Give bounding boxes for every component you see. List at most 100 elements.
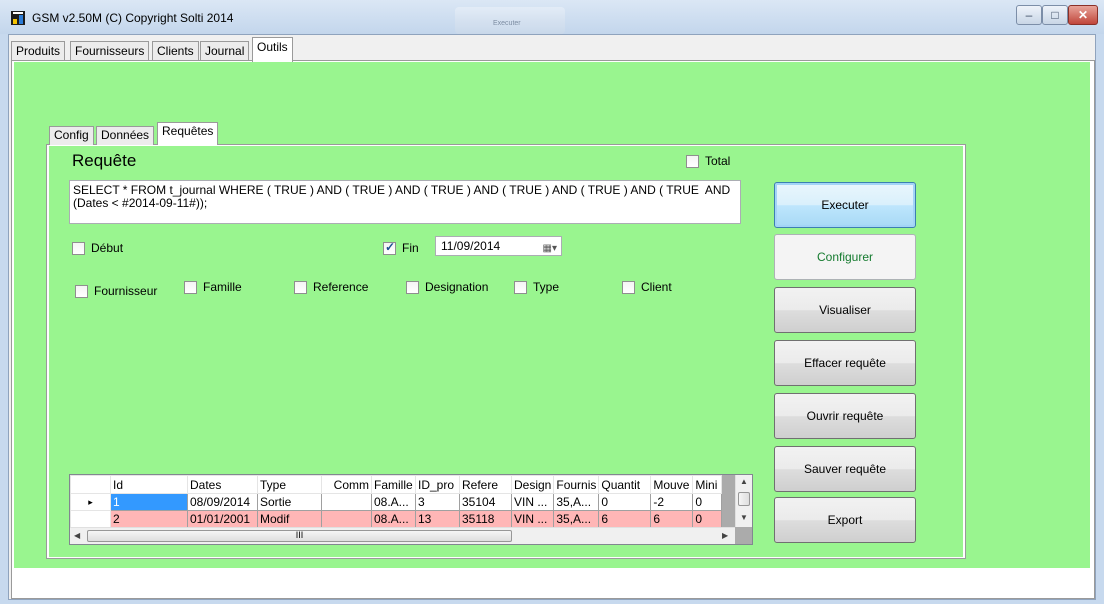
total-checkbox[interactable]: Total — [686, 154, 730, 168]
grid-vertical-scrollbar[interactable]: ▲ ▼ — [735, 475, 752, 527]
table-cell[interactable]: 0 — [692, 510, 723, 528]
table-row[interactable]: 2 01/01/2001 Modif 08.A... 13 35118 VIN … — [70, 510, 723, 528]
tab-journal[interactable]: Journal — [200, 41, 250, 61]
scroll-left-icon[interactable]: ◀ — [74, 531, 80, 540]
fournisseur-checkbox[interactable]: Fournisseur — [75, 284, 157, 298]
table-cell[interactable]: 0 — [692, 493, 723, 511]
table-cell[interactable]: 35,A... — [553, 510, 600, 528]
maximize-button[interactable]: □ — [1042, 5, 1068, 25]
column-header[interactable]: Mouve — [650, 475, 694, 494]
type-box[interactable] — [514, 280, 527, 294]
reference-box[interactable] — [294, 280, 307, 294]
fin-checkbox[interactable]: Fin — [383, 240, 419, 255]
column-header[interactable]: Design — [510, 475, 555, 494]
table-cell[interactable]: 35118 — [459, 510, 512, 528]
client-checkbox[interactable]: Client — [622, 280, 672, 294]
table-cell[interactable]: Modif — [257, 510, 322, 528]
calendar-dropdown-icon[interactable]: ▦▾ — [543, 240, 557, 258]
table-row[interactable]: ▸ 1 08/09/2014 Sortie 08.A... 3 35104 VI… — [70, 493, 723, 511]
taskbar-ghost: Executer — [455, 7, 565, 34]
debut-label: Début — [91, 241, 124, 255]
table-cell[interactable]: VIN ... — [510, 510, 555, 528]
requetes-background: Requête Total SELECT * FROM t_journal WH… — [49, 146, 963, 557]
column-header[interactable]: Mini — [692, 475, 723, 494]
grid-header-row: Id Dates Type Comm Famille ID_pro Refere… — [70, 475, 723, 494]
row-header[interactable] — [70, 510, 111, 528]
column-header[interactable]: Quantit — [598, 475, 652, 494]
table-cell[interactable]: 08/09/2014 — [187, 493, 258, 511]
reference-checkbox[interactable]: Reference — [294, 280, 368, 294]
fournisseur-box[interactable] — [75, 284, 88, 298]
column-header[interactable]: Id — [110, 475, 188, 494]
close-button[interactable]: ✕ — [1068, 5, 1098, 25]
scroll-up-icon[interactable]: ▲ — [740, 477, 748, 486]
table-cell[interactable] — [321, 493, 372, 511]
tab-donnees[interactable]: Données — [96, 126, 155, 145]
column-header[interactable]: ID_pro — [415, 475, 460, 494]
table-cell[interactable]: 01/01/2001 — [187, 510, 258, 528]
fin-box[interactable] — [383, 240, 396, 255]
table-cell[interactable]: 35104 — [459, 493, 512, 511]
table-cell[interactable]: 13 — [415, 510, 460, 528]
famille-checkbox[interactable]: Famille — [184, 280, 242, 294]
tab-clients[interactable]: Clients — [152, 41, 199, 61]
table-cell[interactable]: 1 — [110, 493, 188, 511]
reference-label: Reference — [313, 280, 369, 294]
tab-outils[interactable]: Outils — [252, 37, 293, 62]
configurer-button[interactable]: Configurer — [774, 234, 916, 280]
table-cell[interactable]: 0 — [598, 493, 652, 511]
column-header[interactable]: Dates — [187, 475, 258, 494]
debut-checkbox[interactable]: Début — [72, 241, 123, 255]
designation-box[interactable] — [406, 280, 419, 294]
table-cell[interactable]: 08.A... — [371, 510, 416, 528]
table-cell[interactable]: 08.A... — [371, 493, 416, 511]
total-box[interactable] — [686, 154, 699, 168]
table-cell[interactable]: 6 — [650, 510, 694, 528]
grid-horizontal-scrollbar[interactable]: ◀ III ▶ — [70, 527, 735, 544]
title-bar[interactable]: GSM v2.50M (C) Copyright Solti 2014 Exec… — [0, 0, 1104, 34]
executer-button[interactable]: Executer — [774, 182, 916, 228]
vertical-scroll-thumb[interactable] — [738, 492, 750, 506]
tab-config[interactable]: Config — [49, 126, 94, 145]
date-value: 11/09/2014 — [441, 239, 501, 253]
table-cell[interactable]: VIN ... — [510, 493, 555, 511]
table-cell[interactable]: 3 — [415, 493, 460, 511]
designation-label: Designation — [425, 280, 489, 294]
scroll-down-icon[interactable]: ▼ — [740, 513, 748, 522]
results-grid[interactable]: Id Dates Type Comm Famille ID_pro Refere… — [69, 474, 753, 545]
type-checkbox[interactable]: Type — [514, 280, 559, 294]
tab-requetes[interactable]: Requêtes — [157, 122, 219, 145]
column-header[interactable]: Comm — [321, 475, 372, 494]
column-header[interactable]: Famille — [371, 475, 416, 494]
scroll-right-icon[interactable]: ▶ — [722, 531, 728, 540]
table-cell[interactable]: 35,A... — [553, 493, 600, 511]
column-header[interactable]: Type — [257, 475, 322, 494]
client-label: Client — [641, 280, 672, 294]
client-area: Produits Fournisseurs Clients Journal Ou… — [8, 34, 1096, 600]
tab-fournisseurs[interactable]: Fournisseurs — [70, 41, 150, 61]
current-row-marker[interactable]: ▸ — [70, 493, 111, 511]
debut-box[interactable] — [72, 241, 85, 255]
horizontal-scroll-thumb[interactable]: III — [87, 530, 512, 542]
table-cell[interactable]: -2 — [650, 493, 694, 511]
client-box[interactable] — [622, 280, 635, 294]
column-header[interactable]: Fournis — [553, 475, 600, 494]
minimize-button[interactable]: – — [1016, 5, 1042, 25]
sql-textbox[interactable]: SELECT * FROM t_journal WHERE ( TRUE ) A… — [69, 180, 741, 224]
ouvrir-requete-button[interactable]: Ouvrir requête — [774, 393, 916, 439]
table-cell[interactable] — [321, 510, 372, 528]
table-cell[interactable]: Sortie — [257, 493, 322, 511]
visualiser-button[interactable]: Visualiser — [774, 287, 916, 333]
total-label: Total — [705, 154, 731, 168]
effacer-requete-button[interactable]: Effacer requête — [774, 340, 916, 386]
export-button[interactable]: Export — [774, 497, 916, 543]
column-header[interactable]: Refere — [459, 475, 512, 494]
window-title: GSM v2.50M (C) Copyright Solti 2014 — [32, 11, 234, 25]
famille-box[interactable] — [184, 280, 197, 294]
table-cell[interactable]: 2 — [110, 510, 188, 528]
fin-date-picker[interactable]: 11/09/2014 ▦▾ — [435, 236, 562, 256]
table-cell[interactable]: 6 — [598, 510, 652, 528]
sauver-requete-button[interactable]: Sauver requête — [774, 446, 916, 492]
designation-checkbox[interactable]: Designation — [406, 280, 488, 294]
tab-produits[interactable]: Produits — [11, 41, 66, 61]
